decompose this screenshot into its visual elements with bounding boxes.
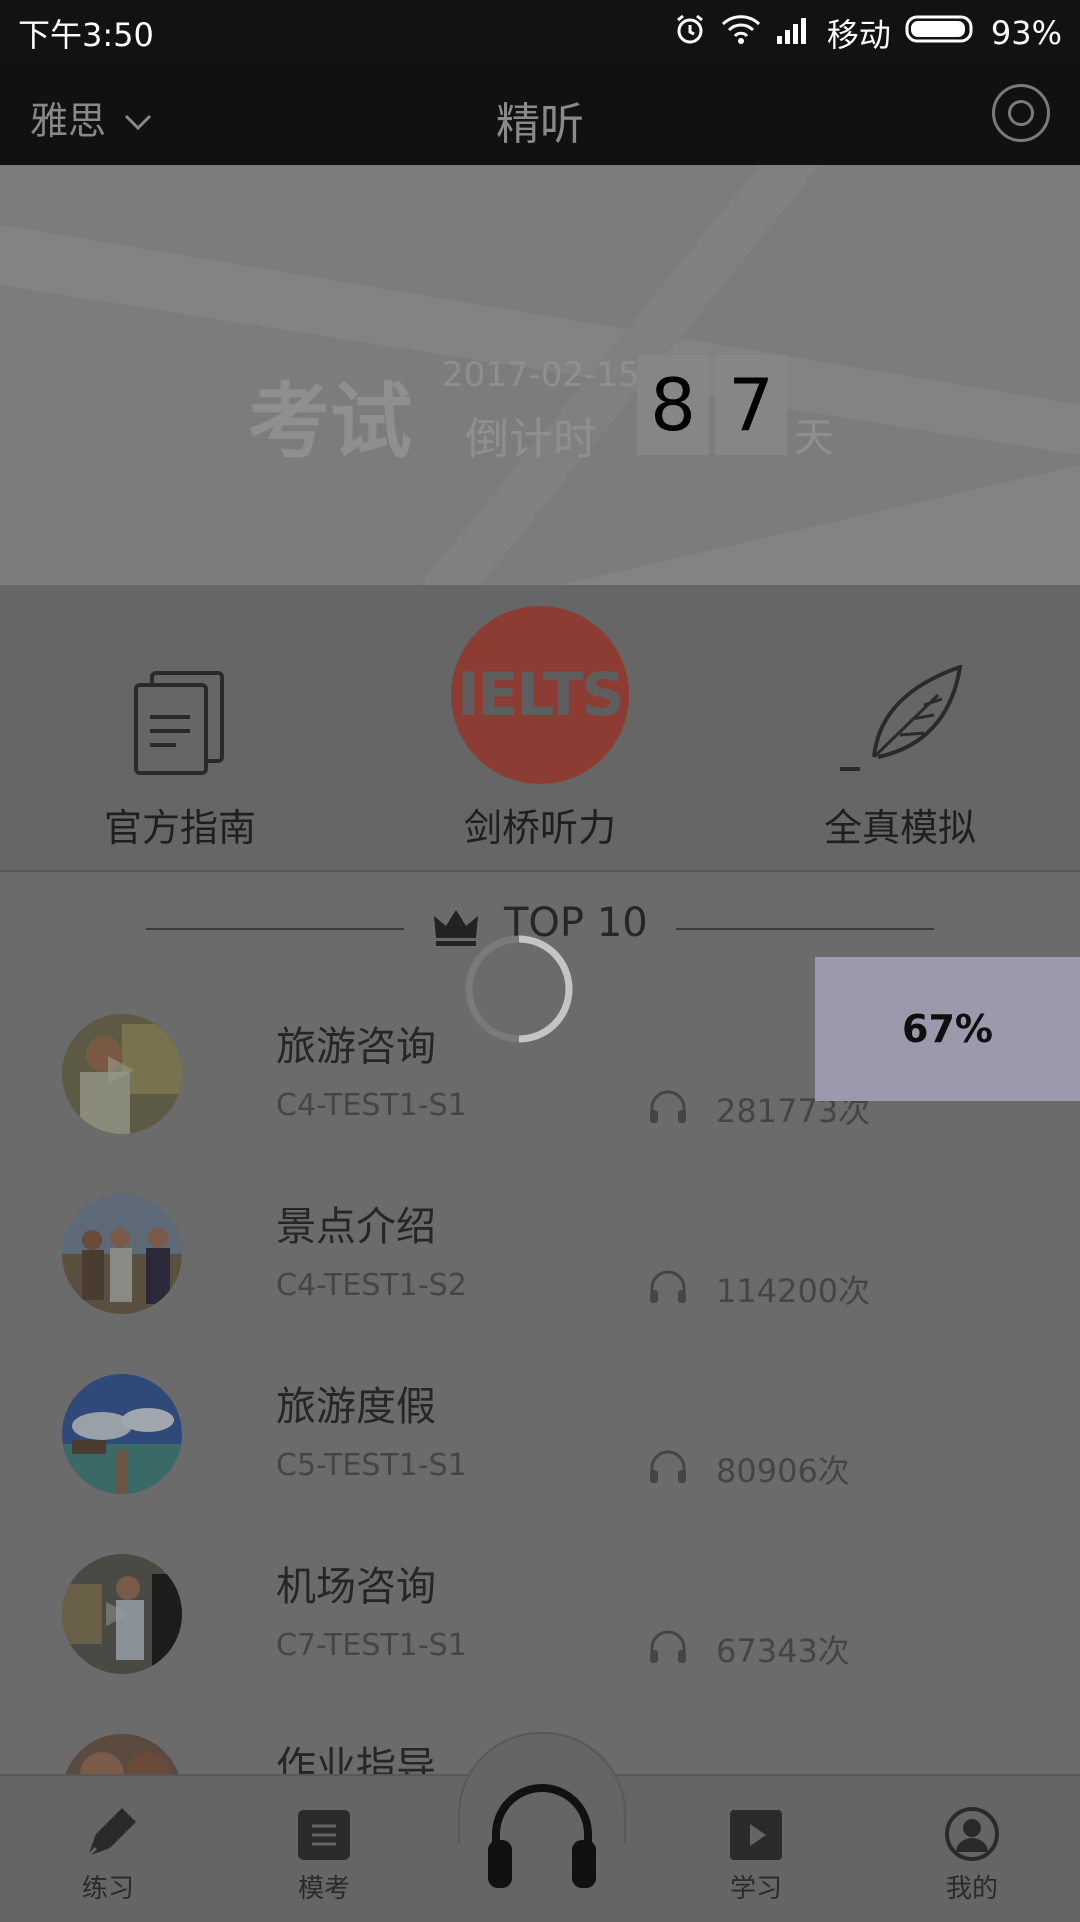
tab-mine[interactable]: 我的 <box>864 1776 1080 1922</box>
item-code: C4-TEST1-S2 <box>276 1268 467 1303</box>
document-icon <box>132 669 228 779</box>
countdown-banner: 考试 2017-02-15 倒计时 8 7 天 <box>0 165 1080 585</box>
tab-label: 练习 <box>81 1874 134 1904</box>
page-title: 精听 <box>496 99 584 150</box>
shortcut-label: 官方指南 <box>103 806 256 850</box>
item-code: C5-TEST1-S1 <box>276 1448 467 1483</box>
ielts-logo[interactable]: IELTS <box>451 606 629 784</box>
item-title: 机场咨询 <box>276 1564 436 1610</box>
countdown-label: 倒计时 <box>465 414 597 465</box>
progress-text: 67% <box>902 1007 993 1051</box>
app-header: 雅思 精听 <box>0 60 1080 165</box>
list-item[interactable]: 景点介绍 C4-TEST1-S2 114200次 <box>0 1194 1080 1374</box>
status-time: 下午3:50 <box>18 16 154 54</box>
battery-icon <box>905 14 977 52</box>
shortcut-label: 全真模拟 <box>823 806 976 850</box>
tab-label: 我的 <box>945 1874 998 1904</box>
shortcut-official-guide[interactable]: 官方指南 <box>0 585 360 870</box>
pencil-icon <box>82 1806 138 1866</box>
item-title: 作业指导 <box>276 1744 436 1774</box>
tab-study[interactable]: 学习 <box>648 1776 864 1922</box>
item-code: C4-TEST1-S1 <box>276 1088 467 1123</box>
avatar <box>62 1734 182 1774</box>
status-bar: 下午3:50 移动 93% <box>0 0 1080 60</box>
avatar <box>62 1194 182 1314</box>
target-icon[interactable] <box>992 84 1050 142</box>
signal-icon <box>775 14 813 52</box>
tab-mock-exam[interactable]: 模考 <box>216 1776 432 1922</box>
exam-word: 考试 <box>248 375 413 470</box>
loading-spinner <box>464 934 574 1044</box>
feather-icon <box>838 664 968 781</box>
item-title: 旅游咨询 <box>276 1024 436 1070</box>
status-right: 移动 93% <box>673 10 1062 56</box>
play-icon <box>728 1808 784 1866</box>
item-code: C7-TEST1-S1 <box>276 1628 467 1663</box>
shortcut-full-mock[interactable]: 全真模拟 <box>720 585 1080 870</box>
shortcut-row: 官方指南 剑桥听力 IELTS 全真模拟 <box>0 585 1080 872</box>
play-count: 114200次 <box>716 1272 871 1310</box>
play-count: 80906次 <box>716 1452 850 1490</box>
exam-icon <box>296 1808 352 1866</box>
headphones-icon <box>482 1776 602 1900</box>
shortcut-label: 剑桥听力 <box>463 806 616 850</box>
countdown-digit: 8 <box>637 355 709 455</box>
divider <box>676 928 934 930</box>
avatar <box>62 1554 182 1674</box>
profile-icon <box>944 1806 1000 1866</box>
item-title: 旅游度假 <box>276 1384 436 1430</box>
avatar <box>62 1374 182 1494</box>
headphones-icon <box>648 1268 688 1308</box>
list-item[interactable]: 旅游度假 C5-TEST1-S1 80906次 <box>0 1374 1080 1554</box>
tab-label: 模考 <box>297 1874 350 1904</box>
exam-date: 2017-02-15 <box>442 355 640 395</box>
wifi-icon <box>721 14 761 52</box>
carrier-name: 移动 <box>826 16 891 54</box>
battery-percent: 93% <box>990 14 1062 52</box>
headphones-icon <box>648 1448 688 1488</box>
headphones-icon <box>648 1628 688 1668</box>
alarm-icon <box>673 12 707 54</box>
play-count: 67343次 <box>716 1632 850 1670</box>
tab-practice[interactable]: 练习 <box>0 1776 216 1922</box>
headphones-icon <box>648 1088 688 1128</box>
day-unit: 天 <box>794 415 834 461</box>
avatar <box>62 1014 182 1134</box>
divider <box>146 928 404 930</box>
progress-toast: 67% <box>815 957 1080 1101</box>
countdown-digit: 7 <box>715 355 787 455</box>
list-item[interactable]: 机场咨询 C7-TEST1-S1 67343次 <box>0 1554 1080 1734</box>
item-title: 景点介绍 <box>276 1204 436 1250</box>
tab-label: 学习 <box>729 1874 782 1904</box>
